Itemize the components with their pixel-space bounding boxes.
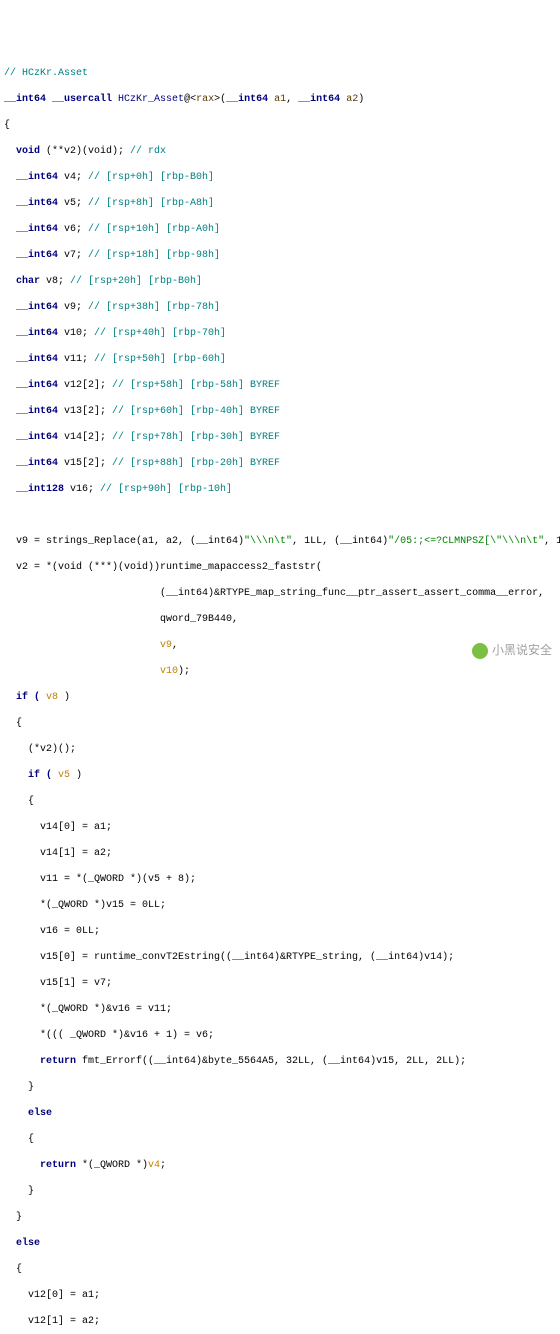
code-view: // HCzKr.Asset __int64 __usercall HCzKr_… <box>4 54 556 1334</box>
comment-header: // HCzKr.Asset <box>4 68 88 79</box>
watermark-icon <box>472 643 488 659</box>
watermark-text: 小黑说安全 <box>492 643 552 659</box>
watermark: 小黑说安全 <box>472 643 552 659</box>
